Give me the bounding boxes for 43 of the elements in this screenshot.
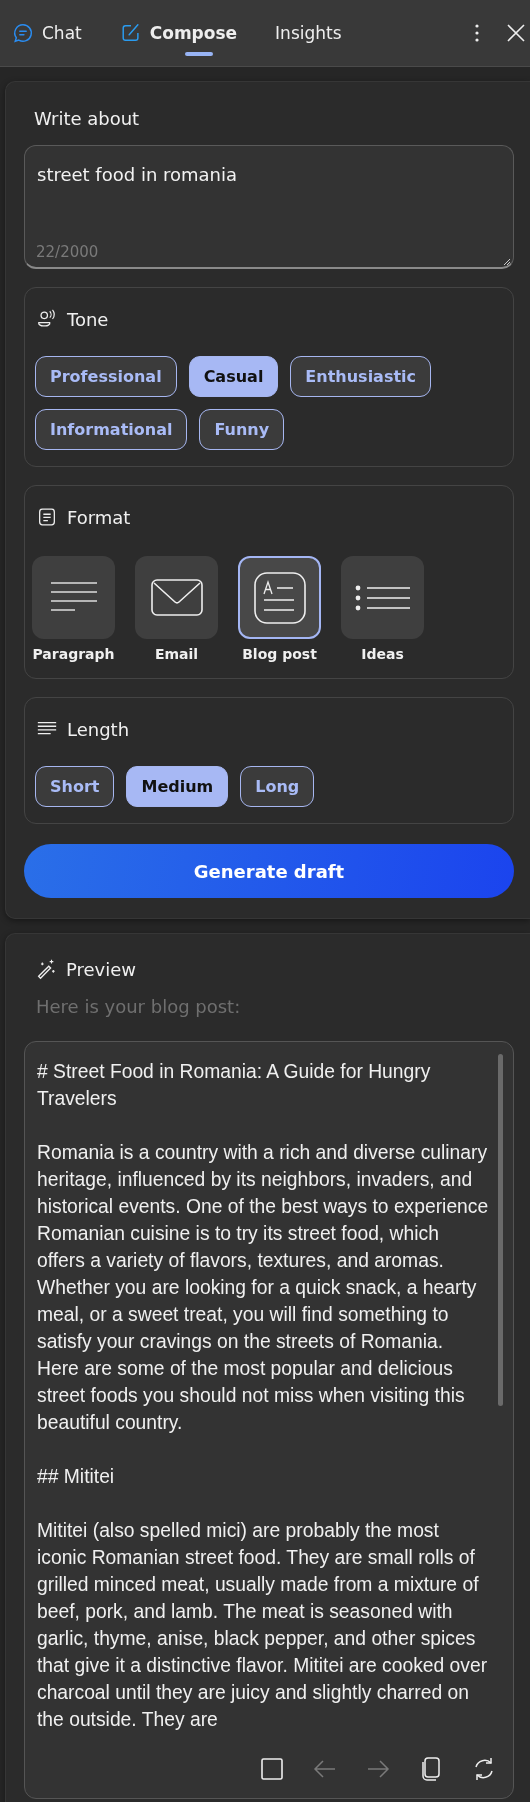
tone-chip[interactable]: Enthusiastic — [290, 356, 432, 397]
tab[interactable]: Chat — [10, 14, 94, 52]
article-icon — [253, 571, 306, 624]
card-title: Length — [67, 718, 130, 740]
compose-icon — [119, 22, 142, 44]
length-chip[interactable]: Long — [240, 766, 315, 807]
format-option[interactable] — [135, 556, 218, 639]
tone-chip[interactable]: Casual — [188, 356, 279, 397]
close-icon — [506, 23, 526, 43]
generate-button[interactable]: Generate draft — [24, 844, 514, 898]
section-title: Preview — [66, 958, 137, 980]
tone-chip[interactable]: Informational — [35, 409, 188, 450]
format-label: Blog post — [242, 646, 317, 662]
format-option[interactable] — [238, 556, 321, 639]
magic-wand-icon — [35, 958, 57, 980]
tone-chip[interactable]: Funny — [199, 409, 285, 450]
card-title: Format — [67, 506, 131, 528]
format-label: Ideas — [361, 646, 404, 662]
format-label: Paragraph — [32, 646, 115, 662]
length-chip[interactable]: Short — [35, 766, 115, 807]
stop-button[interactable] — [259, 1756, 285, 1782]
tone-chip[interactable]: Professional — [35, 356, 177, 397]
intro-text: Here is your blog post: — [36, 996, 242, 1017]
scrollbar-thumb[interactable] — [498, 1054, 503, 1406]
document-icon — [36, 506, 58, 528]
envelope-icon — [150, 578, 203, 617]
character-counter: 22/2000 — [36, 243, 99, 261]
length-chip[interactable]: Medium — [126, 766, 229, 807]
resize-grip-icon — [501, 256, 511, 266]
chat-icon — [12, 22, 34, 44]
preview-paragraph: Mititei (also spelled mici) are probably the most iconic Romanian street food. They are small rolls of grilled minced meat, usually made from a mixture of beef, pork, and lamb. The meat is seasoned with garlic, thyme, anise, black pepper, and other spices that give it a distinctive flavor. Mititei are cooked over charcoal until they are juicy and slightly charred on the outside. They are — [37, 1519, 489, 1732]
tab[interactable]: Insights — [273, 15, 354, 51]
section-label: Write about — [34, 108, 141, 129]
speaker-icon — [36, 308, 58, 330]
more-icon — [474, 23, 480, 43]
bulleted-list-icon — [354, 584, 411, 611]
preview-paragraph: # Street Food in Romania: A Guide for Hungry Travelers — [37, 1060, 432, 1111]
preview-paragraph: Romania is a country with a rich and diverse culinary heritage, influenced by its neighbors, invaders, and historical events. One of the best ways to experience Romanian cuisine is to try its street food, which offers a variety of flavors, textures, and aromas. Whether you are looking for a quick snack, a hearty meal, or a sweet treat, you will find something to satisfy your cravings on the streets of Romania. Here are some of the most popular and delicious street foods you should not miss when visiting this beautiful country. — [37, 1141, 489, 1435]
card-title: Tone — [67, 308, 109, 330]
format-label: Email — [154, 646, 199, 662]
preview-paragraph: ## Mititei — [37, 1465, 116, 1489]
format-option[interactable] — [341, 556, 424, 639]
format-option[interactable] — [32, 556, 115, 639]
